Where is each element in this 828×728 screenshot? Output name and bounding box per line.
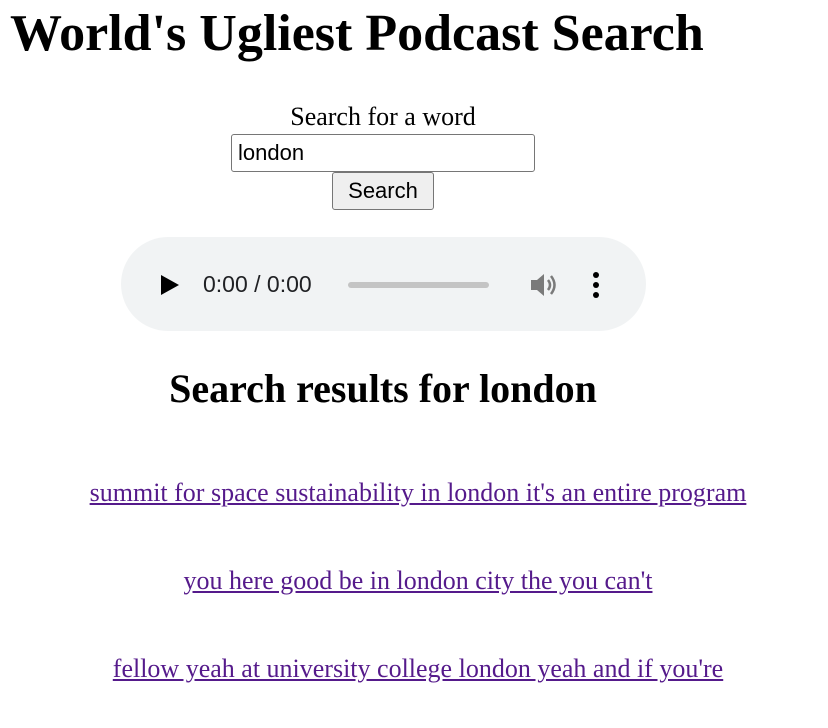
search-button[interactable]: Search [332,172,434,210]
play-icon[interactable] [159,273,181,297]
result-link: fellow yeah at university college london… [0,652,828,686]
page-title: World's Ugliest Podcast Search [10,5,704,62]
result-link: you here good be in london city the you … [0,564,828,598]
result-link-text[interactable]: summit for space sustainability in londo… [90,478,747,507]
time-display: 0:00 / 0:00 [203,271,312,297]
audio-player: 0:00 / 0:00 [121,237,646,331]
more-options-icon[interactable] [591,271,601,299]
result-link-text[interactable]: fellow yeah at university college london… [113,654,723,683]
volume-icon[interactable] [529,271,559,299]
results-heading: Search results for london [169,366,597,411]
result-link: summit for space sustainability in londo… [0,476,828,510]
progress-slider[interactable] [348,282,489,288]
search-input[interactable] [231,134,535,172]
search-label: Search for a word [290,102,476,131]
search-form: Search for a word Search [0,100,766,210]
result-link-text[interactable]: you here good be in london city the you … [184,566,653,595]
